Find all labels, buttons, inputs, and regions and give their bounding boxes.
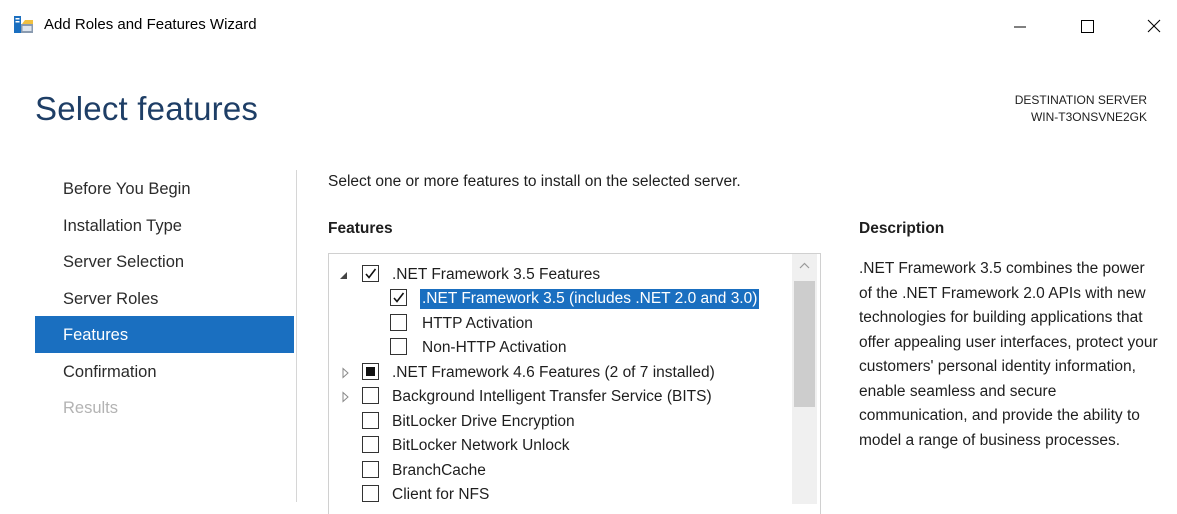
feature-row[interactable]: .NET Framework 3.5 (includes .NET 2.0 an… bbox=[329, 287, 799, 311]
maximize-button[interactable] bbox=[1064, 8, 1110, 44]
feature-row[interactable]: BitLocker Drive Encryption bbox=[329, 410, 799, 434]
collapsed-arrow-icon[interactable] bbox=[341, 390, 351, 404]
feature-checkbox[interactable] bbox=[390, 314, 407, 331]
feature-row[interactable]: .NET Framework 3.5 Features bbox=[329, 263, 799, 287]
feature-row[interactable]: Client for NFS bbox=[329, 483, 799, 507]
wizard-nav: Before You Begin Installation Type Serve… bbox=[35, 170, 294, 426]
feature-checkbox[interactable] bbox=[390, 338, 407, 355]
feature-checkbox[interactable] bbox=[362, 265, 379, 282]
scroll-thumb[interactable] bbox=[794, 281, 815, 407]
feature-row[interactable]: HTTP Activation bbox=[329, 312, 799, 336]
feature-checkbox[interactable] bbox=[362, 485, 379, 502]
nav-item-server-roles[interactable]: Server Roles bbox=[35, 280, 294, 317]
feature-label: .NET Framework 3.5 Features bbox=[392, 266, 601, 283]
partial-check-icon bbox=[366, 367, 375, 376]
feature-label: BitLocker Network Unlock bbox=[392, 437, 570, 454]
feature-label: .NET Framework 4.6 Features (2 of 7 inst… bbox=[392, 364, 715, 381]
feature-row[interactable]: Non-HTTP Activation bbox=[329, 336, 799, 360]
close-button[interactable] bbox=[1131, 8, 1177, 44]
feature-row[interactable]: BranchCache bbox=[329, 459, 799, 483]
feature-checkbox[interactable] bbox=[362, 436, 379, 453]
checkmark-icon bbox=[393, 292, 405, 303]
feature-label: BranchCache bbox=[392, 462, 486, 479]
destination-server-name: WIN-T3ONSVNE2GK bbox=[1030, 110, 1147, 124]
nav-item-server-selection[interactable]: Server Selection bbox=[35, 243, 294, 280]
feature-label: Non-HTTP Activation bbox=[422, 339, 567, 356]
minimize-icon bbox=[1014, 26, 1026, 28]
title-bar: Add Roles and Features Wizard bbox=[0, 0, 1177, 52]
maximize-icon bbox=[1081, 20, 1094, 33]
nav-item-before-you-begin[interactable]: Before You Begin bbox=[35, 170, 294, 207]
feature-checkbox[interactable] bbox=[362, 412, 379, 429]
feature-label: HTTP Activation bbox=[422, 315, 533, 332]
nav-item-confirmation[interactable]: Confirmation bbox=[35, 353, 294, 390]
scroll-up-button[interactable] bbox=[792, 254, 817, 278]
feature-checkbox[interactable] bbox=[362, 461, 379, 478]
feature-row[interactable]: .NET Framework 4.6 Features (2 of 7 inst… bbox=[329, 361, 799, 385]
description-heading: Description bbox=[859, 220, 945, 237]
feature-label: BitLocker Drive Encryption bbox=[392, 413, 575, 430]
minimize-button[interactable] bbox=[997, 8, 1043, 44]
expanded-arrow-icon[interactable] bbox=[339, 268, 349, 282]
feature-label: Client for NFS bbox=[392, 486, 490, 503]
window-title: Add Roles and Features Wizard bbox=[44, 16, 257, 33]
features-heading: Features bbox=[328, 220, 393, 237]
features-scrollbar[interactable] bbox=[792, 254, 817, 504]
chevron-up-icon bbox=[799, 262, 810, 269]
nav-item-results: Results bbox=[63, 399, 119, 417]
nav-item-features[interactable]: Features bbox=[35, 316, 294, 353]
nav-item-installation-type[interactable]: Installation Type bbox=[35, 207, 294, 244]
feature-row[interactable]: Background Intelligent Transfer Service … bbox=[329, 385, 799, 409]
page-title: Select features bbox=[35, 90, 259, 127]
feature-checkbox[interactable] bbox=[390, 289, 407, 306]
close-icon bbox=[1147, 19, 1161, 33]
instructions-text: Select one or more features to install o… bbox=[328, 173, 741, 190]
feature-checkbox[interactable] bbox=[362, 363, 379, 380]
checkmark-icon bbox=[365, 268, 377, 279]
feature-description: .NET Framework 3.5 combines the power of… bbox=[859, 260, 1158, 449]
destination-server-label: DESTINATION SERVER bbox=[1014, 93, 1147, 107]
collapsed-arrow-icon[interactable] bbox=[341, 366, 351, 380]
features-tree[interactable]: .NET Framework 3.5 Features .NET Framewo… bbox=[328, 253, 821, 514]
feature-row[interactable]: BitLocker Network Unlock bbox=[329, 434, 799, 458]
feature-label-selected: .NET Framework 3.5 (includes .NET 2.0 an… bbox=[420, 289, 760, 309]
feature-label: Background Intelligent Transfer Service … bbox=[392, 388, 712, 405]
destination-server-info: DESTINATION SERVER WIN-T3ONSVNE2GK bbox=[1015, 92, 1147, 126]
feature-checkbox[interactable] bbox=[362, 387, 379, 404]
server-manager-icon bbox=[14, 16, 34, 34]
nav-divider bbox=[296, 170, 297, 502]
